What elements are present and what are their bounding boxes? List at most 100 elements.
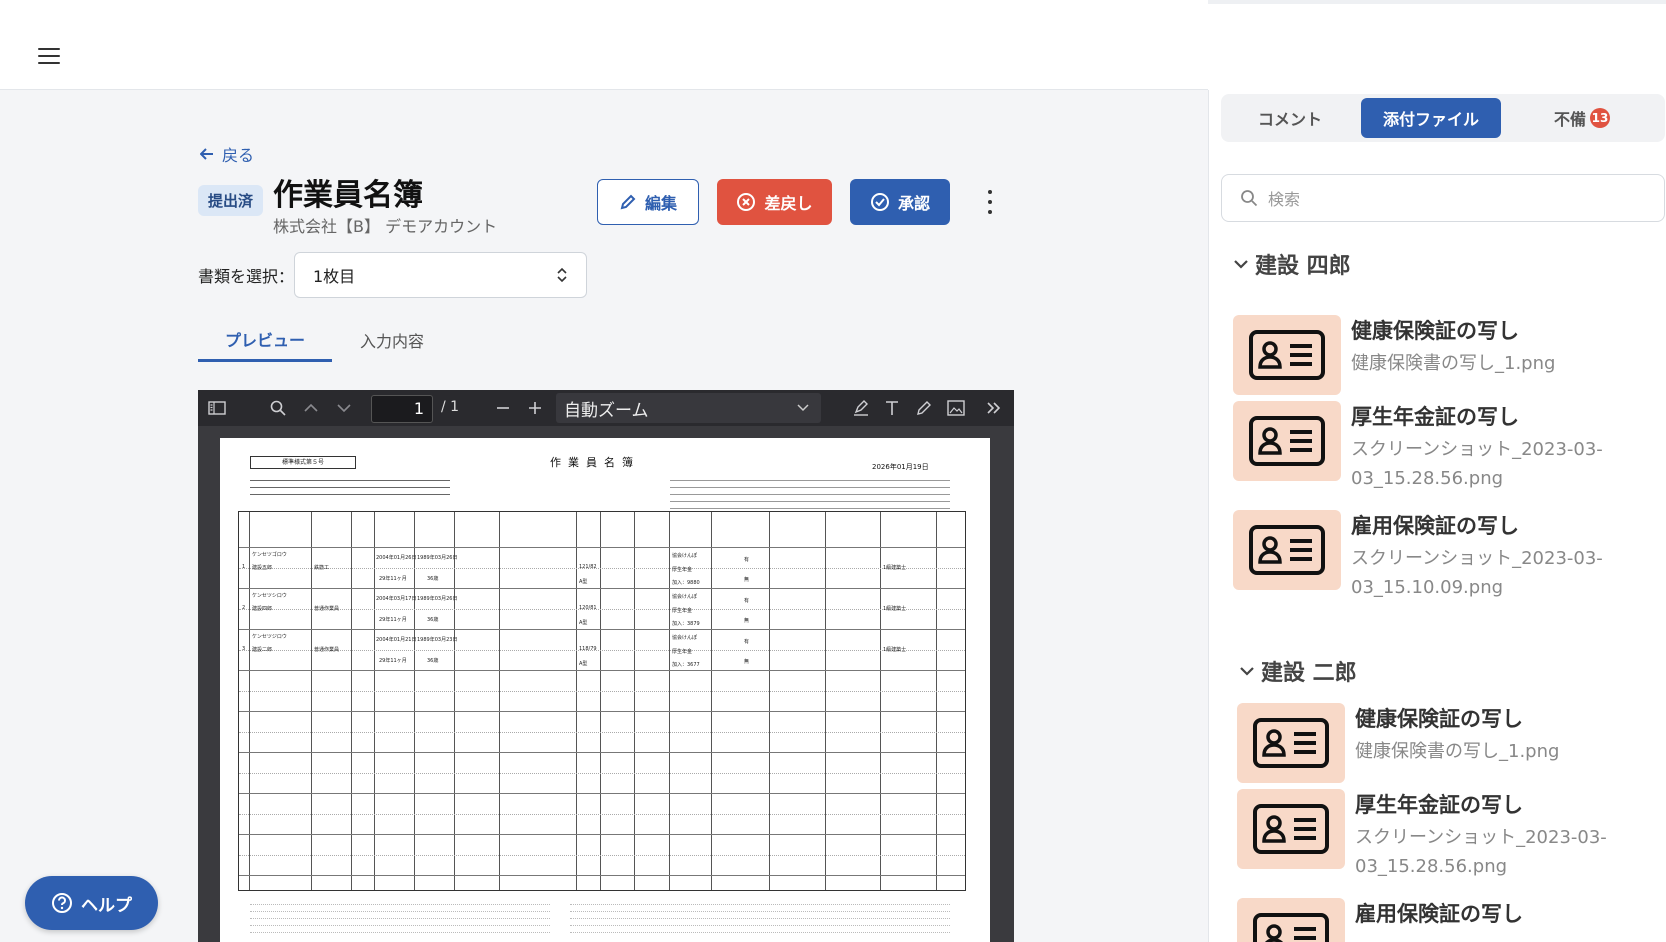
pdf-toolbar: 1 / 1 自動ズーム xyxy=(198,390,1014,426)
tab-comment[interactable]: コメント xyxy=(1225,98,1355,138)
tab-preview[interactable]: プレビュー xyxy=(198,318,332,362)
previous-page-icon[interactable] xyxy=(301,398,321,418)
form-header-middle xyxy=(670,474,810,509)
doc-select[interactable]: 1枚目 xyxy=(294,252,587,298)
tab-missing-label: 不備 xyxy=(1553,110,1586,129)
form-header-right xyxy=(800,474,950,509)
group-header[interactable]: 建設 二郎 xyxy=(1239,655,1357,687)
zoom-value: 自動ズーム xyxy=(564,400,649,421)
sidebar-toggle-icon[interactable] xyxy=(207,398,227,418)
attachment-title: 厚生年金証の写し xyxy=(1351,405,1519,429)
chevron-down-icon xyxy=(1240,667,1254,676)
row-number: 3 xyxy=(242,646,246,652)
row-health: 協会けんぽ xyxy=(672,635,698,641)
row-bp: 120/81 xyxy=(579,605,597,611)
approve-button-label: 承認 xyxy=(897,194,930,213)
row-birth: 2004年03月17日 xyxy=(376,596,417,602)
pdf-page: 標準様式第５号 作業員名簿 2026年01月19日 1 ケンセツゴロウ 建設五郎… xyxy=(220,438,990,942)
chevron-down-icon xyxy=(797,404,809,412)
next-page-icon[interactable] xyxy=(334,398,354,418)
tools-expand-icon[interactable] xyxy=(984,398,1004,418)
image-icon[interactable] xyxy=(946,398,966,418)
row-blood: A型 xyxy=(579,620,588,626)
pencil-icon xyxy=(620,194,636,210)
side-tabs: コメント 添付ファイル 不備 13 xyxy=(1221,94,1665,142)
row-job: 普通作業員 xyxy=(314,606,340,612)
row-license: 1級建築士 xyxy=(883,606,907,612)
zoom-out-icon[interactable] xyxy=(493,398,513,418)
tab-input[interactable]: 入力内容 xyxy=(345,318,439,362)
attachment-filename: スクリーンショット_2023-03-03_15.10.09.png xyxy=(1351,548,1603,598)
menu-icon[interactable] xyxy=(38,48,60,68)
back-label: 戻る xyxy=(222,146,255,165)
row-health: 協会けんぽ xyxy=(672,553,698,559)
row-blood: A型 xyxy=(579,579,588,585)
page-number-input[interactable]: 1 xyxy=(371,395,433,423)
close-circle-icon xyxy=(737,193,756,211)
page-total: / 1 xyxy=(441,399,460,415)
row-emp: 加入：3677 xyxy=(672,662,700,668)
id-card-icon xyxy=(1237,789,1345,869)
row-health: 協会けんぽ xyxy=(672,594,698,600)
attachment-title: 健康保険証の写し xyxy=(1351,319,1519,343)
row-name: 建設二郎 xyxy=(252,647,273,653)
attachment-filename: スクリーンショット_2023-03-03_15.28.56.png xyxy=(1355,827,1607,877)
row-number: 1 xyxy=(242,564,246,570)
form-date: 2026年01月19日 xyxy=(872,463,929,471)
back-link[interactable]: 戻る xyxy=(200,142,254,166)
chevron-down-icon xyxy=(1234,260,1248,269)
edit-button[interactable]: 編集 xyxy=(597,179,699,225)
attachment-title: 厚生年金証の写し xyxy=(1355,793,1523,817)
draw-icon[interactable] xyxy=(914,398,934,418)
footnote-right xyxy=(570,898,950,933)
form-title: 作業員名簿 xyxy=(550,456,640,469)
row-age: 36歳 xyxy=(427,658,439,664)
arrow-left-icon xyxy=(200,148,213,160)
form-code: 標準様式第５号 xyxy=(250,456,356,469)
worker-table: 1 ケンセツゴロウ 建設五郎 鉄筋工 2004年01月26日 1989年03月2… xyxy=(238,511,966,891)
check-circle-icon xyxy=(870,193,889,211)
more-options-icon[interactable] xyxy=(980,190,1000,214)
pdf-viewer: 1 / 1 自動ズーム 標準様式第５号 作業員名簿 2026年01月19日 1 … xyxy=(198,390,1014,942)
highlight-icon[interactable] xyxy=(851,398,871,418)
text-tool-icon[interactable] xyxy=(882,398,902,418)
row-flag2: 無 xyxy=(744,618,750,624)
approve-button[interactable]: 承認 xyxy=(850,179,950,225)
search-icon[interactable] xyxy=(268,398,288,418)
zoom-in-icon[interactable] xyxy=(525,398,545,418)
help-button[interactable]: ヘルプ xyxy=(25,876,158,930)
row-hire: 1989年03月26日 xyxy=(417,596,458,602)
zoom-select[interactable]: 自動ズーム xyxy=(556,393,821,423)
row-flag2: 無 xyxy=(744,659,750,665)
row-age: 36歳 xyxy=(427,576,439,582)
id-card-icon xyxy=(1237,703,1345,783)
tab-missing[interactable]: 不備 13 xyxy=(1507,98,1657,138)
attachment-title: 健康保険証の写し xyxy=(1355,707,1523,731)
help-button-label: ヘルプ xyxy=(81,895,132,916)
search-icon xyxy=(1241,190,1258,207)
row-birth: 2004年01月26日 xyxy=(376,555,417,561)
search-input[interactable]: 検索 xyxy=(1221,174,1665,222)
row-bp: 118/79 xyxy=(579,646,597,652)
attachment-title: 雇用保険証の写し xyxy=(1351,514,1519,538)
row-birth: 2004年01月21日 xyxy=(376,637,417,643)
reject-button[interactable]: 差戻し xyxy=(717,179,832,225)
row-exp: 29年11ヶ月 xyxy=(379,576,407,582)
group-header[interactable]: 建設 四郎 xyxy=(1233,248,1351,280)
row-license: 1級建築士 xyxy=(883,565,907,571)
form-header-left xyxy=(250,474,470,495)
row-pension: 厚生年金 xyxy=(672,608,693,614)
top-header xyxy=(0,0,1208,90)
chevron-up-down-icon xyxy=(557,267,567,283)
doc-select-label: 書類を選択： xyxy=(198,267,295,286)
attachment-title: 雇用保険証の写し xyxy=(1355,902,1523,926)
row-job: 鉄筋工 xyxy=(314,565,330,571)
id-card-icon xyxy=(1233,401,1341,481)
row-pension: 厚生年金 xyxy=(672,567,693,573)
attachment-filename: 健康保険書の写し_1.png xyxy=(1355,741,1560,762)
id-card-icon xyxy=(1233,510,1341,590)
row-age: 36歳 xyxy=(427,617,439,623)
tab-attachments[interactable]: 添付ファイル xyxy=(1361,98,1501,138)
row-flag1: 有 xyxy=(744,557,750,563)
attachment-filename: 健康保険書の写し_1.png xyxy=(1351,353,1556,374)
